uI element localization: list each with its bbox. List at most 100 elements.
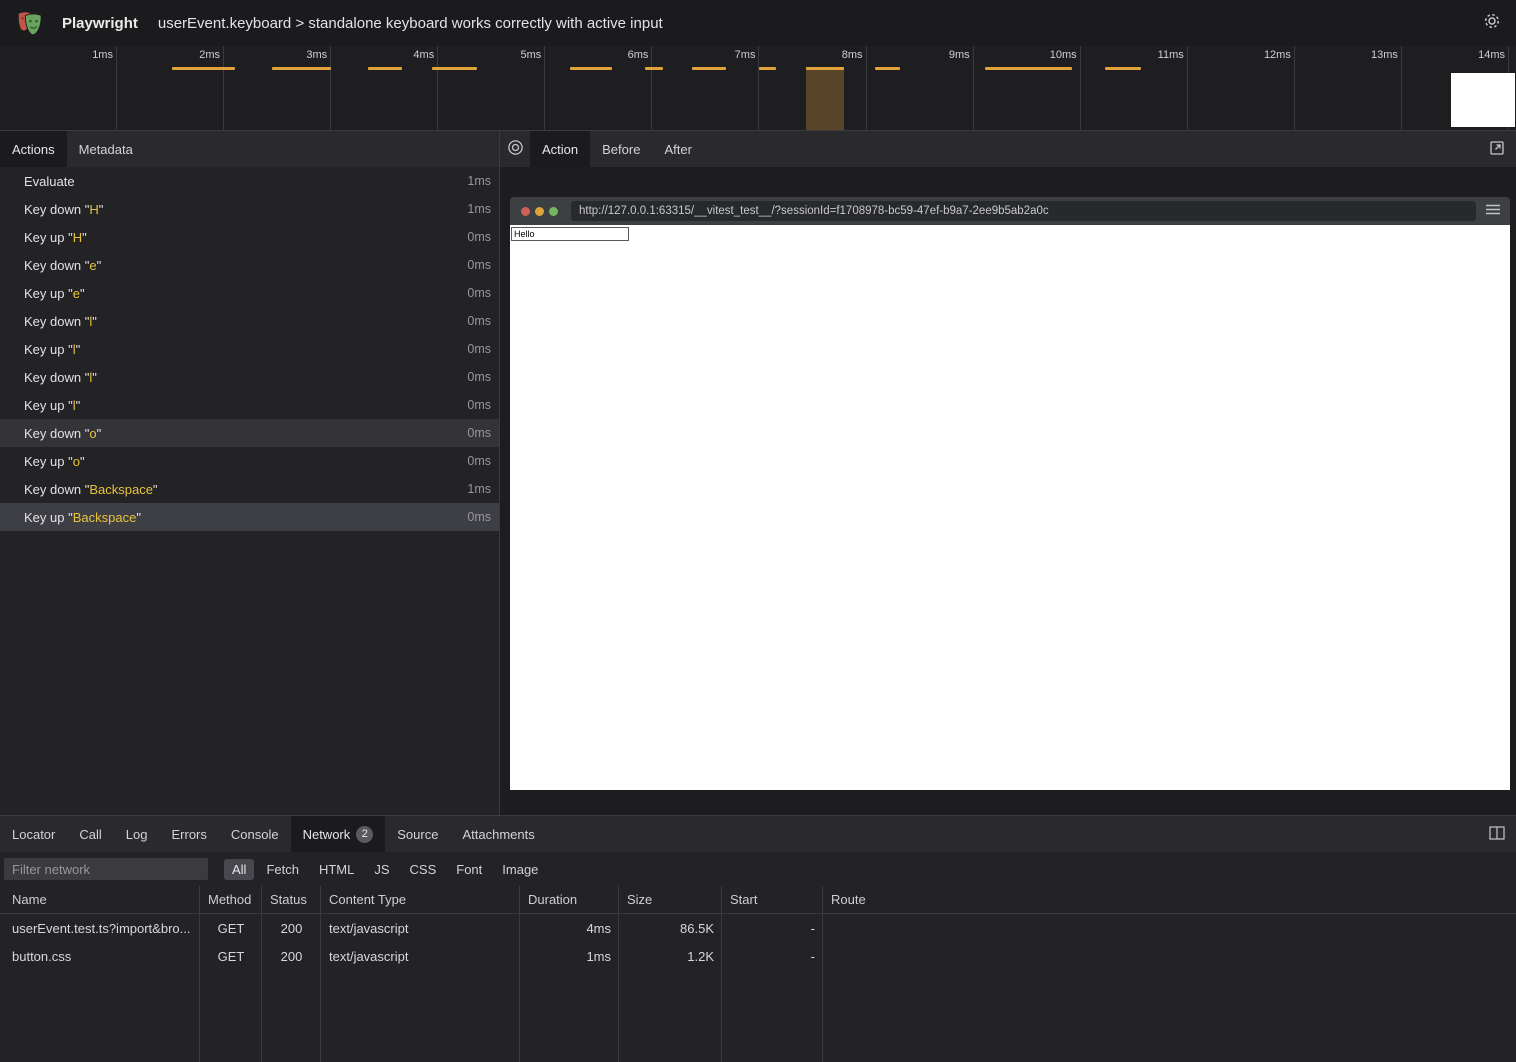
- toggle-layout-button[interactable]: [1482, 816, 1512, 852]
- timeline-tick[interactable]: 7ms: [652, 46, 759, 130]
- timeline-action-bar[interactable]: [432, 67, 477, 70]
- timeline-tick[interactable]: 3ms: [224, 46, 331, 130]
- open-snapshot-button[interactable]: [1482, 131, 1512, 167]
- settings-button[interactable]: [1478, 9, 1506, 37]
- quote: ": [99, 202, 104, 217]
- action-row[interactable]: Key up "e"0ms: [0, 279, 499, 307]
- column-header-size: Size: [619, 892, 722, 907]
- action-title: Key down: [0, 482, 85, 497]
- tab-log[interactable]: Log: [114, 816, 160, 852]
- tab-locator[interactable]: Locator: [0, 816, 67, 852]
- snapshot-tabs: Action Before After: [530, 131, 704, 167]
- action-row[interactable]: Key down "H"1ms: [0, 195, 499, 223]
- filter-chip-js[interactable]: JS: [366, 859, 397, 880]
- action-row[interactable]: Key up "l"0ms: [0, 391, 499, 419]
- action-row[interactable]: Key up "l"0ms: [0, 335, 499, 363]
- action-duration: 0ms: [467, 342, 499, 356]
- timeline-tick[interactable]: 4ms: [331, 46, 438, 130]
- action-key-value: o: [73, 454, 80, 469]
- timeline-tick[interactable]: 2ms: [117, 46, 224, 130]
- tab-label: Network: [303, 827, 351, 842]
- tab-before[interactable]: Before: [590, 131, 652, 167]
- timeline-action-bar[interactable]: [692, 67, 726, 70]
- tab-attachments[interactable]: Attachments: [450, 816, 546, 852]
- action-row[interactable]: Key down "l"0ms: [0, 307, 499, 335]
- browser-menu-button[interactable]: [1476, 197, 1510, 225]
- snapshot-panel: Action Before After: [500, 131, 1516, 815]
- tab-source[interactable]: Source: [385, 816, 450, 852]
- timeline-action-bar[interactable]: [272, 67, 331, 70]
- timeline-action-bar[interactable]: [172, 67, 235, 70]
- tab-actions[interactable]: Actions: [0, 131, 67, 167]
- timeline-tick[interactable]: 12ms: [1188, 46, 1295, 130]
- action-row[interactable]: Key down "o"0ms: [0, 419, 499, 447]
- cell-size: 1.2K: [619, 949, 722, 964]
- timeline-action-bar[interactable]: [759, 67, 776, 70]
- action-row[interactable]: Key up "H"0ms: [0, 223, 499, 251]
- filter-chip-all[interactable]: All: [224, 859, 254, 880]
- timeline-tick[interactable]: 10ms: [974, 46, 1081, 130]
- network-request-row[interactable]: button.cssGET200text/javascript1ms1.2K-: [0, 942, 1516, 970]
- action-row[interactable]: Key up "Backspace"0ms: [0, 503, 499, 531]
- action-row[interactable]: Key up "o"0ms: [0, 447, 499, 475]
- traffic-light-red: [521, 207, 530, 216]
- action-title: Key down: [0, 314, 85, 329]
- page-text-input[interactable]: [511, 227, 629, 241]
- timeline-tick-label: 10ms: [1050, 49, 1077, 61]
- timeline-tick[interactable]: 13ms: [1295, 46, 1402, 130]
- timeline-action-bar[interactable]: [985, 67, 1072, 70]
- quote: ": [153, 482, 158, 497]
- action-row[interactable]: Key down "e"0ms: [0, 251, 499, 279]
- hamburger-icon: [1486, 202, 1500, 220]
- tab-metadata[interactable]: Metadata: [67, 131, 145, 167]
- action-title: Key up: [0, 342, 68, 357]
- timeline-action-bar[interactable]: [368, 67, 402, 70]
- timeline-ruler[interactable]: 1ms2ms3ms4ms5ms6ms7ms8ms9ms10ms11ms12ms1…: [0, 46, 1516, 131]
- tab-action[interactable]: Action: [530, 131, 590, 167]
- filter-chip-fetch[interactable]: Fetch: [258, 859, 307, 880]
- timeline-tick[interactable]: 5ms: [438, 46, 545, 130]
- network-filter-input[interactable]: [4, 858, 208, 880]
- tab-network[interactable]: Network2: [291, 816, 386, 852]
- network-request-row[interactable]: userEvent.test.ts?import&bro...GET200tex…: [0, 914, 1516, 942]
- filter-chip-font[interactable]: Font: [448, 859, 490, 880]
- action-duration: 0ms: [467, 426, 499, 440]
- filter-chip-image[interactable]: Image: [494, 859, 546, 880]
- timeline-action-bar[interactable]: [1105, 67, 1141, 70]
- timeline-tick[interactable]: 1ms: [10, 46, 117, 130]
- app-title: Playwright: [62, 15, 138, 32]
- quote: ": [76, 342, 81, 357]
- timeline-action-bar[interactable]: [806, 67, 844, 70]
- pick-locator-button[interactable]: [500, 131, 530, 167]
- filter-chip-css[interactable]: CSS: [402, 859, 445, 880]
- timeline-action-bar[interactable]: [570, 67, 612, 70]
- quote: ": [80, 454, 85, 469]
- column-header-status: Status: [262, 892, 321, 907]
- timeline-action-bar[interactable]: [645, 67, 663, 70]
- action-duration: 1ms: [467, 174, 499, 188]
- timeline-tick-label: 11ms: [1158, 49, 1184, 61]
- cell-start: -: [722, 949, 823, 964]
- tab-call[interactable]: Call: [67, 816, 113, 852]
- tab-label: Before: [602, 142, 640, 157]
- film-strip-frame[interactable]: [1451, 73, 1515, 127]
- action-row[interactable]: Key down "l"0ms: [0, 363, 499, 391]
- action-duration: 0ms: [467, 286, 499, 300]
- timeline-selected-range[interactable]: [806, 67, 844, 130]
- timeline-tick[interactable]: 6ms: [545, 46, 652, 130]
- traffic-light-green: [549, 207, 558, 216]
- timeline-tick-label: 14ms: [1478, 49, 1505, 61]
- action-row[interactable]: Evaluate1ms: [0, 167, 499, 195]
- actions-panel: ActionsMetadata Evaluate1msKey down "H"1…: [0, 131, 500, 815]
- bottom-tabbar: LocatorCallLogErrorsConsoleNetwork2Sourc…: [0, 816, 1516, 852]
- tab-after[interactable]: After: [652, 131, 703, 167]
- action-row[interactable]: Key down "Backspace"1ms: [0, 475, 499, 503]
- timeline-tick-label: 4ms: [413, 49, 434, 61]
- tab-console[interactable]: Console: [219, 816, 291, 852]
- test-title: userEvent.keyboard > standalone keyboard…: [158, 15, 663, 32]
- timeline-tick[interactable]: 9ms: [867, 46, 974, 130]
- timeline-action-bar[interactable]: [875, 67, 900, 70]
- timeline-tick[interactable]: 11ms: [1081, 46, 1188, 130]
- tab-errors[interactable]: Errors: [159, 816, 218, 852]
- filter-chip-html[interactable]: HTML: [311, 859, 362, 880]
